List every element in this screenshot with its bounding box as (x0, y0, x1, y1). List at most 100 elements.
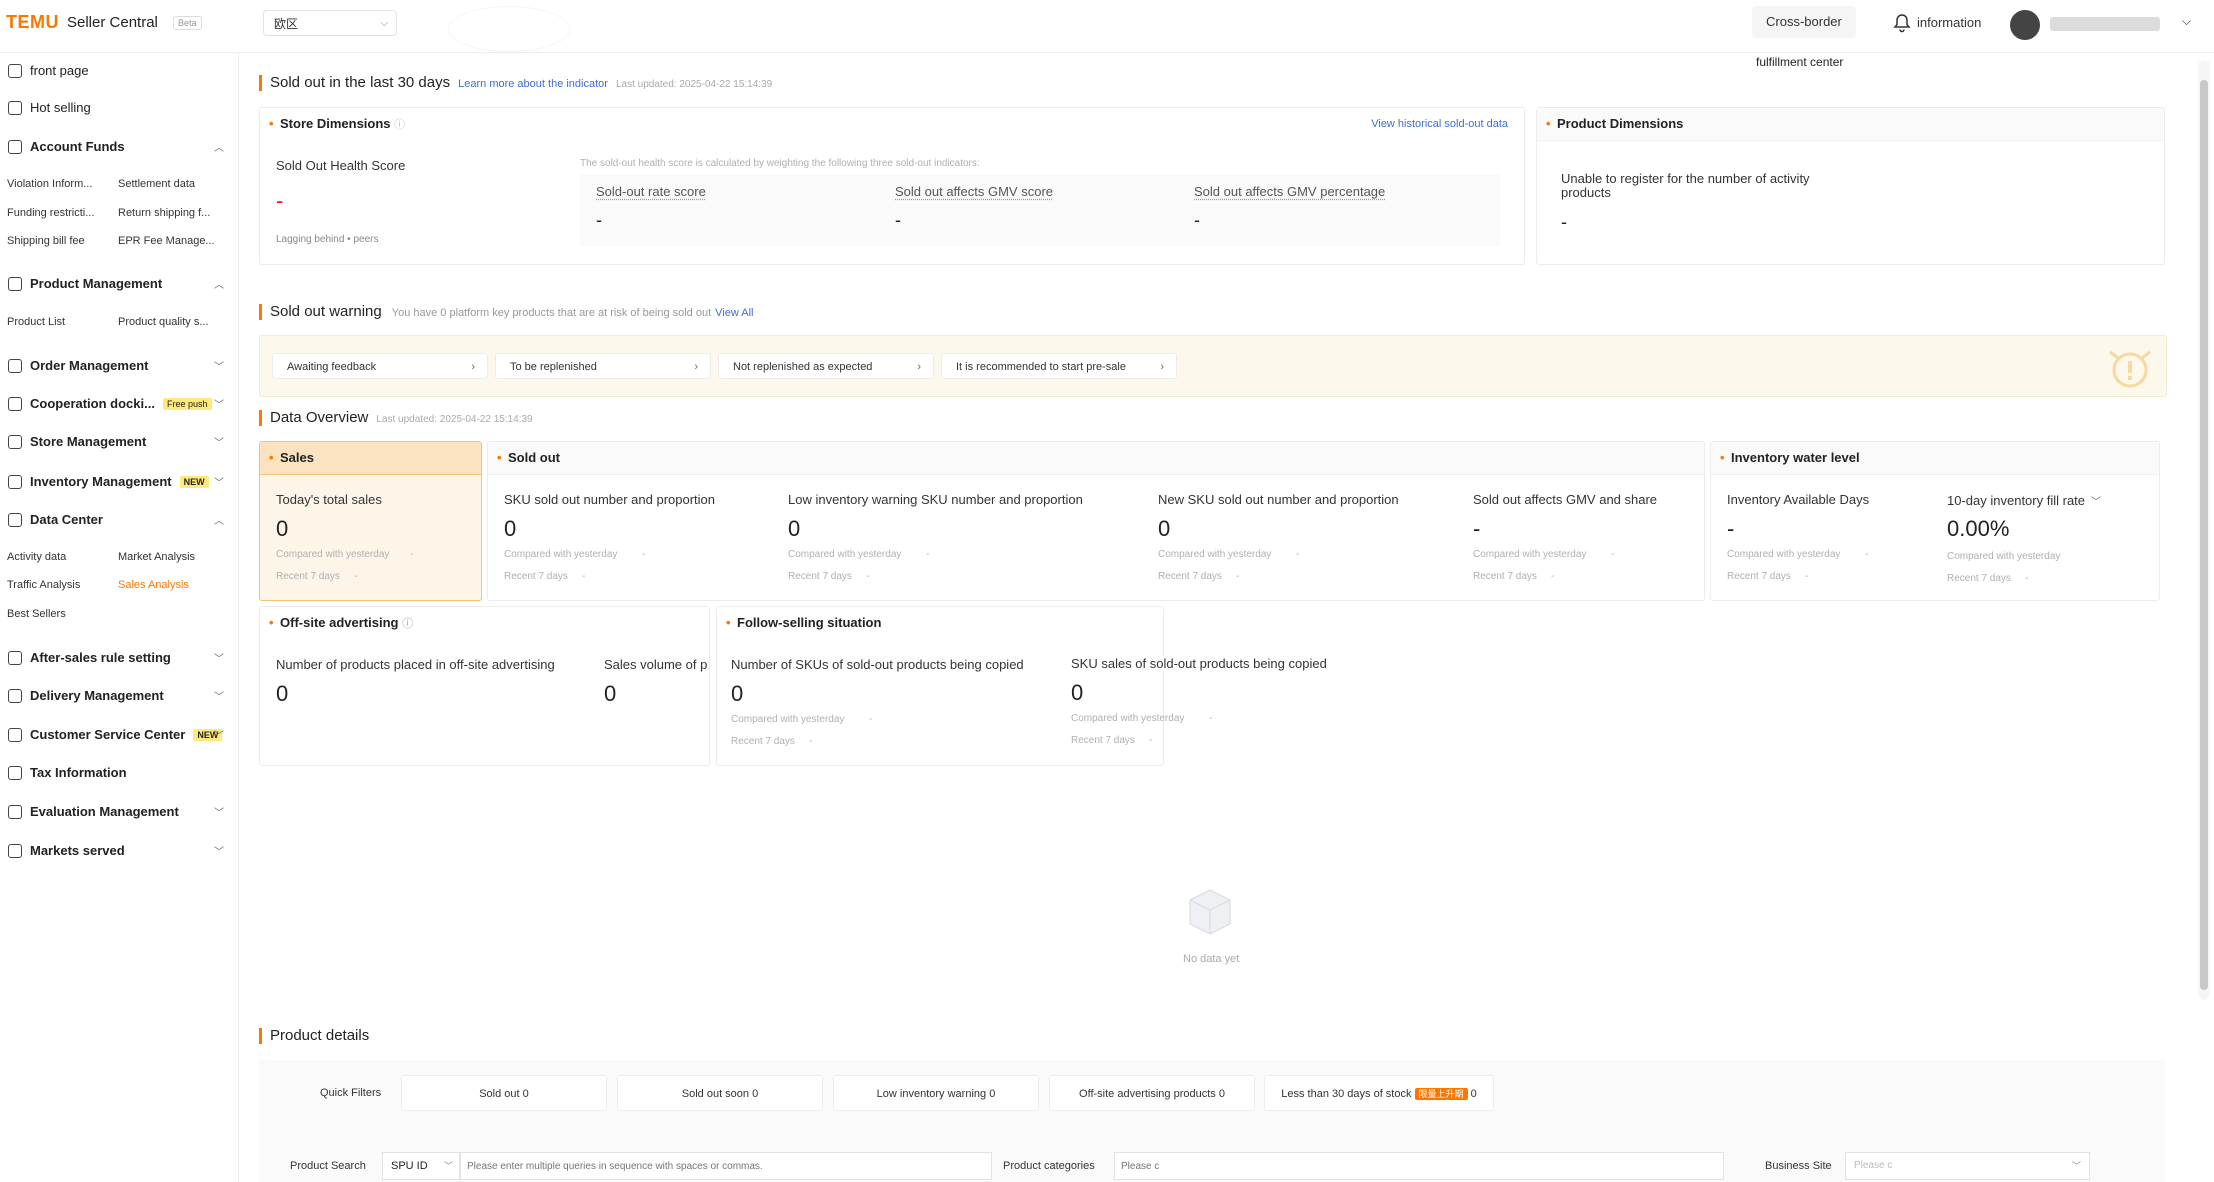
fulfillment-center-label: fulfillment center (1756, 55, 1844, 69)
sidebar-item-label: Delivery Management (30, 688, 164, 703)
sidebar-item-customer-service[interactable]: Customer Service Center NEW ﹀ (8, 727, 230, 742)
sidebar-item-label: Customer Service Center (30, 727, 186, 742)
sidebar-item-delivery[interactable]: Delivery Management ﹀ (8, 688, 230, 703)
inventory-card: Inventory water level Inventory Availabl… (1710, 441, 2160, 601)
sidebar-item-hot-selling[interactable]: Hot selling (8, 100, 91, 115)
compared-label: Compared with yesterday (1071, 713, 1185, 724)
search-type-value: SPU ID (391, 1160, 428, 1172)
gmv-score-label[interactable]: Sold out affects GMV score (895, 184, 1053, 199)
sidebar-sub-shipping-bill[interactable]: Shipping bill fee (7, 235, 85, 247)
sidebar-item-inventory-management[interactable]: Inventory Management NEW ﹀ (8, 474, 230, 489)
sidebar-sub-activity-data[interactable]: Activity data (7, 551, 66, 563)
star-icon (8, 804, 22, 819)
sidebar-sub-violation[interactable]: Violation Inform... (7, 178, 92, 190)
sidebar-sub-epr[interactable]: EPR Fee Manage... (118, 235, 215, 247)
sidebar-item-store-management[interactable]: Store Management ﹀ (8, 434, 230, 449)
health-score-note: The sold-out health score is calculated … (580, 158, 980, 169)
sidebar-item-cooperation[interactable]: Cooperation docki... Free push ﹀ (8, 396, 230, 411)
chevron-right-icon: › (917, 361, 921, 373)
button-label: It is recommended to start pre-sale (956, 361, 1126, 373)
sidebar-item-account-funds[interactable]: Account Funds ︿ (8, 139, 230, 154)
sidebar-sub-best-sellers[interactable]: Best Sellers (7, 608, 66, 620)
beta-badge: Beta (173, 16, 202, 30)
information-link[interactable]: information (1917, 15, 1981, 30)
bell-icon[interactable] (1893, 13, 1911, 38)
soldout-rate-score-value: - (596, 210, 602, 230)
warning-title: Sold out warning (259, 304, 382, 320)
available-days-label: Inventory Available Days (1727, 492, 1870, 507)
recent-label: Recent 7 days (788, 571, 852, 582)
box-icon (8, 276, 22, 291)
learn-more-link[interactable]: Learn more about the indicator (458, 78, 608, 90)
view-all-link[interactable]: View All (715, 307, 753, 319)
offsite-sales-value: 0 (604, 681, 617, 706)
sidebar-item-tax[interactable]: Tax Information (8, 765, 230, 780)
to-be-replenished-button[interactable]: To be replenished › (495, 353, 711, 379)
product-search-input[interactable] (460, 1152, 992, 1180)
empty-box-icon (1180, 880, 1240, 945)
info-icon[interactable]: ⓘ (402, 618, 413, 630)
not-replenished-button[interactable]: Not replenished as expected › (718, 353, 934, 379)
chevron-down-icon: ﹀ (214, 847, 224, 858)
fill-rate-select[interactable]: 10-day inventory fill rate ﹀ (1947, 493, 2101, 508)
business-site-select[interactable]: Please c ﹀ (1845, 1152, 2090, 1180)
sidebar-item-data-center[interactable]: Data Center ︿ (8, 512, 230, 527)
region-value: 欧区 (274, 17, 299, 31)
sidebar-sub-funding[interactable]: Funding restricti... (7, 207, 94, 219)
chevron-down-icon: ﹀ (214, 400, 224, 411)
sidebar-sub-traffic-analysis[interactable]: Traffic Analysis (7, 579, 80, 591)
region-select[interactable]: 欧区 ⌵ (263, 10, 397, 36)
top-bar: TEMU Seller Central Beta 欧区 ⌵ Cross-bord… (0, 0, 2214, 53)
compared-label: Compared with yesterday (1947, 551, 2061, 562)
filter-sold-out[interactable]: Sold out 0 (401, 1075, 607, 1111)
sidebar-sub-settlement[interactable]: Settlement data (118, 178, 195, 190)
compared-value: - (410, 549, 414, 560)
cross-border-button[interactable]: Cross-border (1752, 6, 1856, 38)
chevron-down-icon: ﹀ (214, 731, 224, 742)
available-days-value: - (1727, 516, 1735, 541)
sidebar-sub-product-quality[interactable]: Product quality s... (118, 316, 209, 328)
sidebar-item-product-management[interactable]: Product Management ︿ (8, 276, 230, 291)
pre-sale-button[interactable]: It is recommended to start pre-sale › (941, 353, 1177, 379)
overview-last-updated: Last updated: 2025-04-22 15:14:39 (376, 414, 533, 425)
recent-value: - (809, 736, 813, 747)
filter-sold-out-soon[interactable]: Sold out soon 0 (617, 1075, 823, 1111)
offsite-sales-label: Sales volume of products placed through … (604, 657, 708, 672)
copied-skus-label: Number of SKUs of sold-out products bein… (731, 657, 1024, 672)
metrics-panel: Sold-out rate score - Sold out affects G… (580, 174, 1500, 246)
filter-offsite-advertising[interactable]: Off-site advertising products 0 (1049, 1075, 1255, 1111)
sidebar-item-front-page[interactable]: front page (8, 63, 89, 78)
sidebar-item-markets[interactable]: Markets served ﹀ (8, 843, 230, 858)
compared-label: Compared with yesterday (1158, 549, 1272, 560)
recent-label: Recent 7 days (1947, 573, 2011, 584)
sidebar-item-after-sales[interactable]: After-sales rule setting ﹀ (8, 650, 230, 665)
chevron-down-icon[interactable]: ⌵ (2182, 14, 2191, 29)
sidebar-sub-market-analysis[interactable]: Market Analysis (118, 551, 195, 563)
scrollbar-thumb[interactable] (2200, 80, 2208, 990)
sidebar-sub-product-list[interactable]: Product List (7, 316, 65, 328)
categories-input[interactable] (1114, 1152, 1724, 1180)
filter-low-inventory[interactable]: Low inventory warning 0 (833, 1075, 1039, 1111)
sidebar-item-evaluation[interactable]: Evaluation Management ﹀ (8, 804, 230, 819)
gmv-percentage-label[interactable]: Sold out affects GMV percentage (1194, 184, 1385, 199)
card-title: Sold out (488, 442, 1704, 475)
store-dimensions-title: Store Dimensions (280, 116, 391, 131)
avatar[interactable] (2010, 10, 2040, 40)
info-icon[interactable]: ⓘ (394, 119, 405, 131)
copied-sales-label: SKU sales of sold-out products being cop… (1071, 656, 1331, 671)
temu-logo[interactable]: TEMU (6, 12, 59, 33)
soldout-rate-score-label[interactable]: Sold-out rate score (596, 184, 706, 199)
no-data-text: No data yet (1183, 953, 1240, 965)
chevron-right-icon: › (694, 361, 698, 373)
sales-card[interactable]: Sales Today's total sales 0 Compared wit… (259, 441, 482, 601)
awaiting-feedback-button[interactable]: Awaiting feedback › (272, 353, 488, 379)
search-type-select[interactable]: SPU ID ﹀ (382, 1152, 460, 1180)
account-name-blurred[interactable] (2050, 17, 2160, 31)
filter-less-than-30-days[interactable]: Less than 30 days of stock 限量上升期 0 (1264, 1075, 1494, 1111)
sidebar-sub-return-shipping[interactable]: Return shipping f... (118, 207, 210, 219)
sidebar-item-order-management[interactable]: Order Management ﹀ (8, 358, 230, 373)
chevron-down-icon: ﹀ (214, 808, 224, 819)
sidebar-sub-sales-analysis[interactable]: Sales Analysis (118, 579, 189, 591)
chevron-down-icon: ⌵ (380, 18, 388, 29)
view-history-link[interactable]: View historical sold-out data (1371, 118, 1508, 130)
